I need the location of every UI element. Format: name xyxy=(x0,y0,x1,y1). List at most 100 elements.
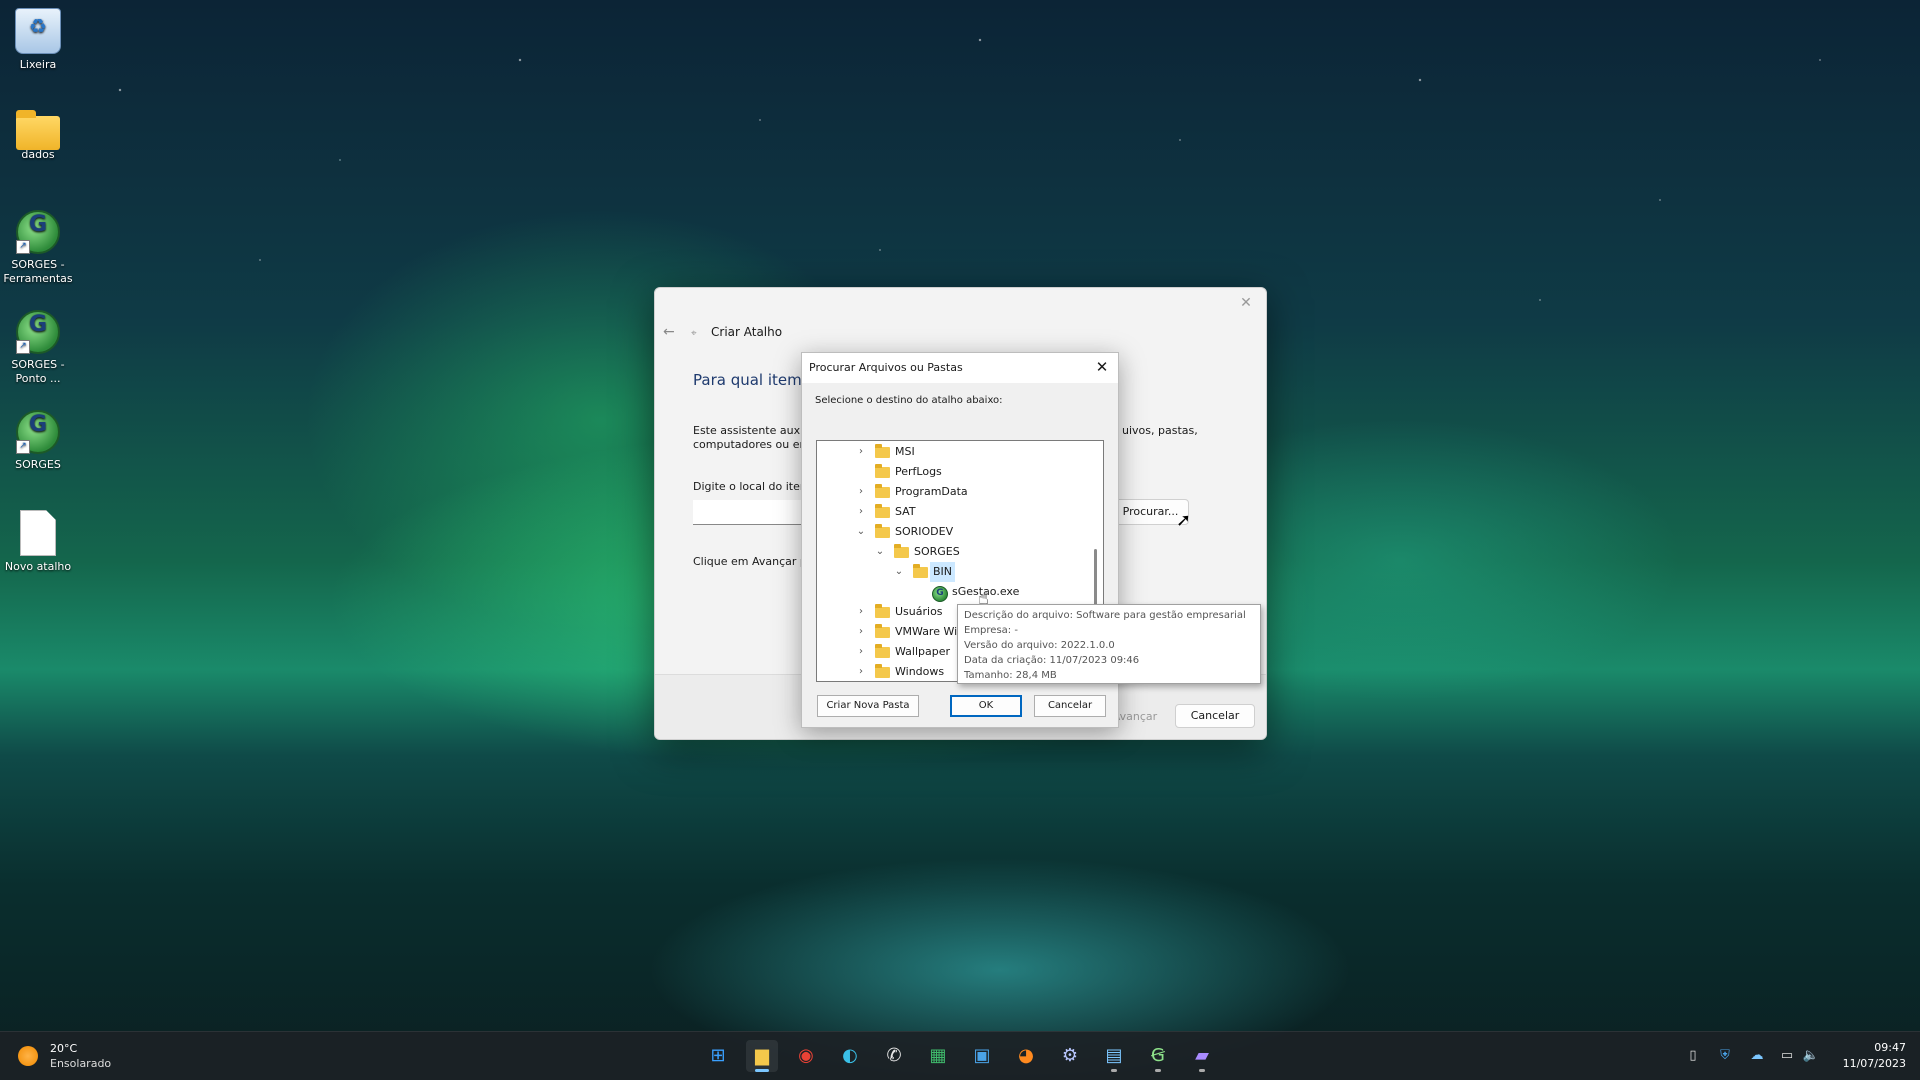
desktop-icon-label: dados xyxy=(21,148,55,161)
tree-item-label: SAT xyxy=(895,505,916,518)
desktop-icon-recycle-bin[interactable]: ♻ Lixeira xyxy=(0,2,76,72)
folder-icon xyxy=(875,624,890,638)
spreadsheet-icon[interactable]: ▦ xyxy=(922,1040,954,1072)
wizard-description-continued: uivos, pastas, xyxy=(1122,424,1198,437)
tooltip-line-created: Data da criação: 11/07/2023 09:46 xyxy=(964,655,1140,666)
blank-document-icon xyxy=(20,510,56,556)
tree-item-label-selected: BIN xyxy=(930,562,956,582)
folder-icon xyxy=(875,464,890,478)
sorges-app-icon: G ↗ xyxy=(16,310,60,354)
remote-desktop-icon[interactable]: ▣ xyxy=(966,1040,998,1072)
tree-scrollbar[interactable] xyxy=(1094,549,1097,607)
shortcut-icon: ⌖ xyxy=(691,328,697,339)
dialog-cancel-button[interactable]: Cancelar xyxy=(1034,695,1106,717)
folder-icon xyxy=(894,544,909,558)
sorges-app-icon: G ↗ xyxy=(16,410,60,454)
system-clock[interactable]: 09:47 11/07/2023 xyxy=(1843,1040,1906,1072)
desktop-icon-label: SORGES xyxy=(15,458,61,471)
hand-pointer-cursor-icon: ☝ xyxy=(978,588,989,609)
folder-icon xyxy=(875,484,890,498)
sun-icon xyxy=(18,1046,38,1066)
dialog-title: Procurar Arquivos ou Pastas xyxy=(809,361,963,374)
clipchamp-icon[interactable]: ▰ xyxy=(1186,1040,1218,1072)
folder-icon xyxy=(875,604,890,618)
tree-item-label: VMWare Wi xyxy=(895,625,958,638)
desktop-icon-sorges-ponto[interactable]: G ↗ SORGES - Ponto ... xyxy=(0,304,76,386)
chevron-right-icon[interactable]: › xyxy=(855,502,867,522)
close-icon[interactable]: ✕ xyxy=(1234,292,1258,314)
sorges-icon[interactable]: Ꞡ xyxy=(1142,1040,1174,1072)
back-arrow-icon[interactable]: ← xyxy=(663,324,685,342)
cloud-sync-icon[interactable]: ☁ xyxy=(1747,1046,1767,1066)
dialog-prompt: Selecione o destino do atalho abaixo: xyxy=(815,395,1003,406)
tree-item-label: ProgramData xyxy=(895,485,968,498)
weather-condition: Ensolarado xyxy=(50,1057,112,1070)
file-explorer-icon[interactable]: ▆ xyxy=(746,1040,778,1072)
windows-start-icon[interactable]: ⊞ xyxy=(702,1040,734,1072)
new-folder-button[interactable]: Criar Nova Pasta xyxy=(817,695,919,717)
folder-icon xyxy=(875,664,890,678)
folder-icon xyxy=(875,444,890,458)
notepad-icon[interactable]: ▤ xyxy=(1098,1040,1130,1072)
usb-device-icon[interactable]: ▯ xyxy=(1683,1046,1703,1066)
tooltip-line-description: Descrição do arquivo: Software para gest… xyxy=(964,610,1246,621)
wizard-title: Criar Atalho xyxy=(711,325,783,339)
clock-date: 11/07/2023 xyxy=(1842,1057,1906,1070)
ok-button[interactable]: OK xyxy=(950,695,1022,717)
tooltip-line-company: Empresa: - xyxy=(964,625,1018,636)
chevron-right-icon[interactable]: › xyxy=(855,662,867,681)
chevron-right-icon[interactable]: › xyxy=(855,482,867,502)
desktop-icon-sorges[interactable]: G ↗ SORGES xyxy=(0,404,76,472)
security-shield-icon[interactable]: ⛨ xyxy=(1715,1046,1735,1066)
chevron-right-icon[interactable]: › xyxy=(855,622,867,642)
sorges-app-icon: G ↗ xyxy=(16,210,60,254)
settings-icon[interactable]: ⚙ xyxy=(1054,1040,1086,1072)
close-icon[interactable]: ✕ xyxy=(1090,356,1114,378)
desktop-icon-label: SORGES - Ponto ... xyxy=(11,358,65,385)
network-icon[interactable]: ▭ xyxy=(1777,1046,1797,1066)
wizard-cancel-button[interactable]: Cancelar xyxy=(1175,704,1255,728)
chevron-right-icon[interactable]: › xyxy=(855,602,867,622)
tree-item-label: Wallpaper xyxy=(895,645,951,658)
tooltip-line-size: Tamanho: 28,4 MB xyxy=(964,670,1057,681)
desktop-icon-sorges-ferramentas[interactable]: G ↗ SORGES - Ferramentas xyxy=(0,204,76,286)
folder-icon xyxy=(875,644,890,658)
volume-icon[interactable]: 🔈 xyxy=(1801,1046,1821,1066)
whatsapp-icon[interactable]: ✆ xyxy=(878,1040,910,1072)
shortcut-arrow-icon: ↗ xyxy=(16,340,30,354)
tooltip-line-version: Versão do arquivo: 2022.1.0.0 xyxy=(964,640,1115,651)
wizard-heading: Para qual item v xyxy=(693,371,816,389)
desktop-icon-label: Lixeira xyxy=(19,58,57,71)
folder-icon xyxy=(875,524,890,538)
shortcut-arrow-icon: ↗ xyxy=(16,440,30,454)
recycle-bin-icon: ♻ xyxy=(15,8,61,54)
tree-item-label: SORIODEV xyxy=(895,525,954,538)
folder-icon xyxy=(16,110,60,150)
chrome-icon[interactable]: ◉ xyxy=(790,1040,822,1072)
tree-item-label: Usuários xyxy=(895,605,943,618)
firefox-icon[interactable]: ◕ xyxy=(1010,1040,1042,1072)
shortcut-arrow-icon: ↗ xyxy=(16,240,30,254)
sorges-exe-icon: G xyxy=(932,586,948,602)
folder-open-icon xyxy=(913,564,928,578)
file-info-tooltip: Descrição do arquivo: Software para gest… xyxy=(957,604,1261,684)
tree-item-label: MSI xyxy=(895,445,915,458)
weather-temperature: 20°C xyxy=(50,1042,78,1055)
chevron-right-icon[interactable]: › xyxy=(855,442,867,462)
arrow-cursor-icon: ➚ xyxy=(1176,510,1192,531)
location-label: Digite o local do iten xyxy=(693,480,807,493)
chevron-down-icon[interactable]: ⌄ xyxy=(855,522,867,542)
desktop-icon-label: SORGES - Ferramentas xyxy=(3,258,73,285)
desktop-icon-label: Novo atalho xyxy=(4,560,72,573)
dialog-titlebar: Procurar Arquivos ou Pastas ✕ xyxy=(802,353,1118,383)
chevron-down-icon[interactable]: ⌄ xyxy=(874,542,886,562)
clock-time: 09:47 xyxy=(1874,1041,1906,1054)
desktop-icon-dados[interactable]: dados xyxy=(0,104,76,162)
wizard-instruction: Clique em Avançar p xyxy=(693,555,807,568)
chevron-right-icon[interactable]: › xyxy=(855,642,867,662)
folder-icon xyxy=(875,504,890,518)
chevron-down-icon[interactable]: ⌄ xyxy=(893,562,905,582)
taskbar: 20°C Ensolarado ⊞ ▆ ◉ ◐ ✆ ▦ ▣ ◕ ⚙ ▤ Ꞡ ▰ … xyxy=(0,1031,1920,1080)
edge-icon[interactable]: ◐ xyxy=(834,1040,866,1072)
desktop-icon-novo-atalho[interactable]: Novo atalho xyxy=(0,504,76,574)
